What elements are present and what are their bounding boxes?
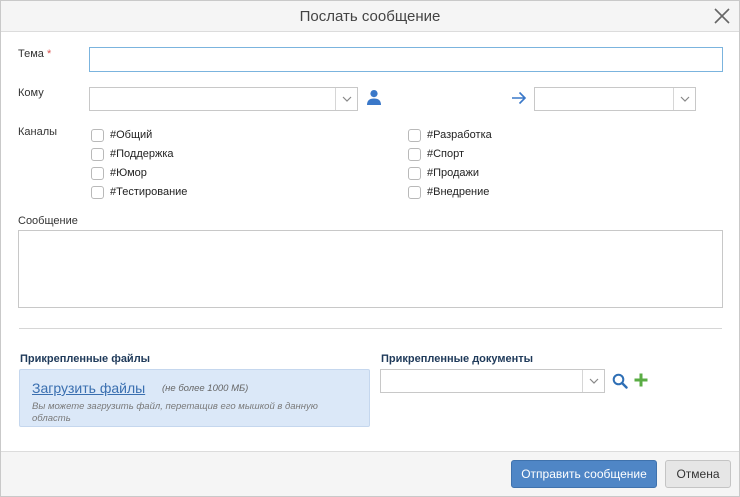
channels-label: Каналы: [18, 126, 58, 138]
channel-razrabotka[interactable]: #Разработка: [408, 127, 492, 143]
channel-vnedrenie[interactable]: #Внедрение: [408, 184, 489, 200]
cancel-button[interactable]: Отмена: [665, 460, 731, 488]
documents-dropdown-button[interactable]: [582, 370, 604, 392]
channel-checkbox[interactable]: [91, 128, 104, 142]
chevron-down-icon: [680, 96, 689, 102]
upload-limit: (не более 1000 МБ): [162, 383, 249, 394]
channel-checkbox[interactable]: [408, 185, 421, 199]
search-icon: [612, 373, 628, 389]
channel-checkbox[interactable]: [408, 128, 421, 142]
chevron-down-icon: [342, 96, 351, 102]
to-combobox[interactable]: [89, 87, 358, 111]
channel-obshchiy[interactable]: #Общий: [91, 127, 152, 143]
channel-checkbox[interactable]: [408, 147, 421, 161]
dialog-title: Послать сообщение: [299, 8, 441, 25]
documents-combobox[interactable]: [380, 369, 605, 393]
file-dropzone[interactable]: Загрузить файлы (не более 1000 МБ) Вы мо…: [19, 369, 370, 427]
close-icon: [714, 8, 730, 24]
channel-checkbox[interactable]: [91, 185, 104, 199]
channel-prodazhi[interactable]: #Продажи: [408, 165, 479, 181]
send-message-dialog: Послать сообщение Тема * Кому Каналы #Об…: [0, 0, 740, 497]
channel-label: #Общий: [110, 129, 153, 141]
subject-input[interactable]: [89, 47, 723, 72]
channel-checkbox[interactable]: [91, 147, 104, 161]
user-icon: [367, 90, 381, 105]
channel-label: #Спорт: [427, 148, 465, 160]
channel-checkbox[interactable]: [408, 166, 421, 180]
upload-hint: Вы можете загрузить файл, перетащив его …: [32, 401, 318, 424]
required-mark: *: [46, 48, 52, 60]
channel-testirovanie[interactable]: #Тестирование: [91, 184, 187, 200]
subject-label-text: Тема: [18, 48, 44, 60]
forward-dropdown-button[interactable]: [673, 88, 695, 110]
channel-yumor[interactable]: #Юмор: [91, 165, 147, 181]
channel-label: #Продажи: [427, 167, 480, 179]
subject-label: Тема *: [18, 48, 51, 60]
upload-files-link[interactable]: Загрузить файлы: [32, 380, 145, 396]
attached-files-title: Прикрепленные файлы: [20, 353, 151, 365]
attached-documents-title: Прикрепленные документы: [381, 353, 534, 365]
forward-combobox[interactable]: [534, 87, 696, 111]
forward-arrow: [511, 91, 527, 108]
channel-label: #Тестирование: [110, 186, 188, 198]
channel-podderzhka[interactable]: #Поддержка: [91, 146, 174, 162]
to-label: Кому: [18, 87, 44, 99]
message-label: Сообщение: [18, 215, 78, 227]
message-textarea[interactable]: [18, 230, 723, 308]
plus-icon: [634, 373, 648, 387]
channel-label: #Разработка: [427, 129, 492, 141]
dialog-footer: Отправить сообщение Отмена: [1, 451, 739, 496]
channel-label: #Юмор: [110, 167, 147, 179]
send-message-button[interactable]: Отправить сообщение: [511, 460, 657, 488]
section-divider: [19, 328, 722, 329]
dialog-header: Послать сообщение: [1, 1, 739, 32]
add-document-button[interactable]: [633, 372, 649, 391]
arrow-right-icon: [512, 91, 527, 105]
channel-label: #Поддержка: [110, 148, 174, 160]
channel-label: #Внедрение: [427, 186, 490, 198]
close-button[interactable]: [711, 5, 733, 27]
channel-sport[interactable]: #Спорт: [408, 146, 464, 162]
search-documents-button[interactable]: [612, 373, 628, 392]
to-dropdown-button[interactable]: [335, 88, 357, 110]
channel-checkbox[interactable]: [91, 166, 104, 180]
select-user-button[interactable]: [366, 89, 382, 108]
chevron-down-icon: [589, 378, 598, 384]
